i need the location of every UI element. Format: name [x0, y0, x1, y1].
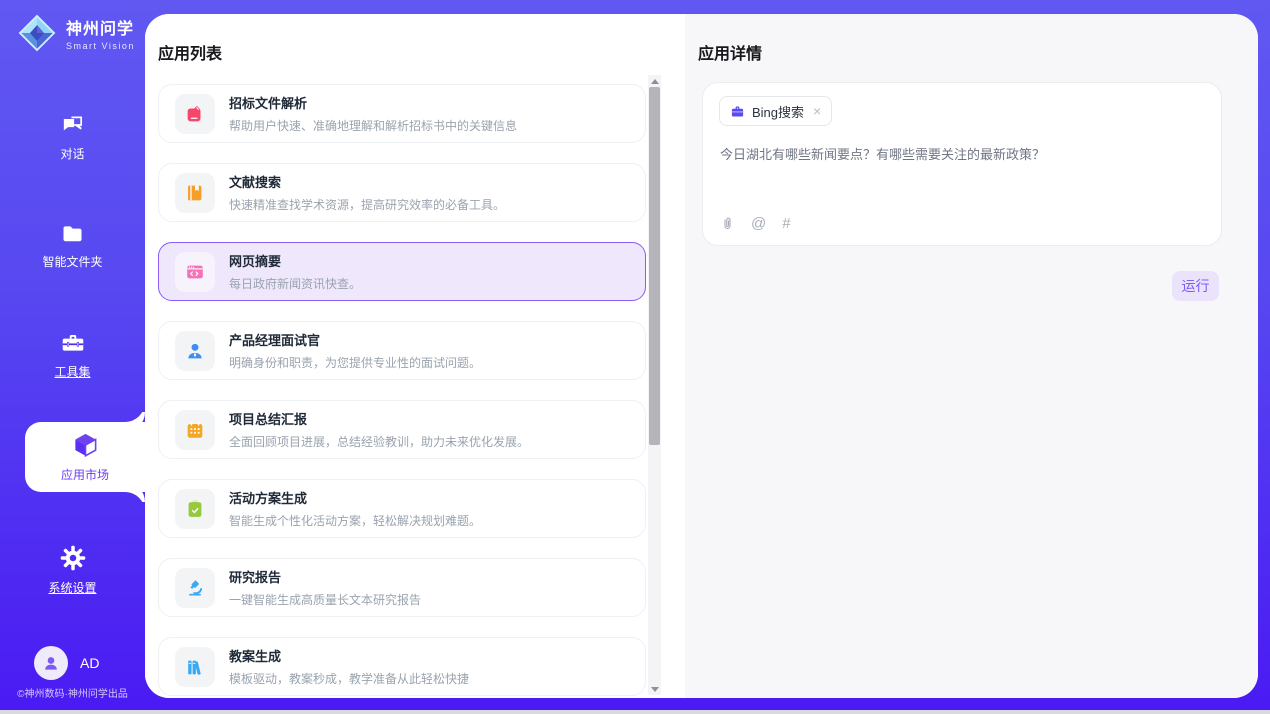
document-edit-icon — [175, 94, 215, 134]
scrollbar-thumb[interactable] — [649, 87, 660, 445]
app-card-event-plan[interactable]: 活动方案生成 智能生成个性化活动方案，轻松解决规划难题。 — [158, 479, 646, 538]
app-details-title: 应用详情 — [698, 40, 762, 64]
run-button[interactable]: 运行 — [1172, 271, 1219, 301]
calendar-icon — [175, 410, 215, 450]
browser-code-icon — [175, 252, 215, 292]
list-scrollbar[interactable] — [648, 75, 661, 695]
gear-icon — [59, 544, 87, 572]
person-icon — [175, 331, 215, 371]
app-card-title: 研究报告 — [229, 567, 421, 586]
scrollbar-down-arrow[interactable] — [648, 683, 661, 695]
brand-tagline: Smart Vision — [66, 41, 135, 51]
query-text[interactable]: 今日湖北有哪些新闻要点？有哪些需要关注的最新政策？ — [720, 145, 1190, 164]
toolbox-icon — [59, 330, 87, 356]
app-card-project-summary[interactable]: 项目总结汇报 全面回顾项目进展，总结经验教训，助力未来优化发展。 — [158, 400, 646, 459]
sidebar-item-toolset[interactable]: 工具集 — [0, 330, 145, 381]
tool-tag-bing-search[interactable]: Bing搜索 × — [719, 96, 832, 126]
sidebar-item-label: 对话 — [60, 145, 84, 162]
folder-icon — [59, 222, 86, 246]
sidebar-item-chat[interactable]: 对话 — [0, 112, 145, 163]
user-initials: AD — [80, 655, 99, 671]
app-card-title: 文献搜索 — [229, 172, 505, 191]
brand-name: 神州问学 — [66, 15, 135, 39]
book-icon — [175, 173, 215, 213]
sidebar: 神州问学 Smart Vision 对话 智能文件夹 工具集 — [0, 0, 145, 710]
app-list-panel: 应用列表 招标文件解析 帮助用户快速、准确地理解和解析招标书中的关键信 — [145, 14, 685, 698]
app-card-desc: 帮助用户快速、准确地理解和解析招标书中的关键信息 — [229, 117, 517, 134]
composer-card[interactable]: Bing搜索 × 今日湖北有哪些新闻要点？有哪些需要关注的最新政策？ @ # — [702, 82, 1222, 246]
main-container: 应用列表 招标文件解析 帮助用户快速、准确地理解和解析招标书中的关键信 — [145, 14, 1258, 698]
sidebar-item-app-market-active[interactable]: 应用市场 — [25, 422, 145, 492]
app-card-desc: 模板驱动，教案秒成，教学准备从此轻松快捷 — [229, 670, 469, 687]
app-card-desc: 一键智能生成高质量长文本研究报告 — [229, 591, 421, 608]
app-card-desc: 智能生成个性化活动方案，轻松解决规划难题。 — [229, 512, 481, 529]
scrollbar-up-arrow[interactable] — [648, 75, 661, 87]
app-card-pm-interviewer[interactable]: 产品经理面试官 明确身份和职责，为您提供专业性的面试问题。 — [158, 321, 646, 380]
person-avatar-icon — [41, 653, 61, 673]
sidebar-item-label: 应用市场 — [61, 466, 109, 483]
books-icon — [175, 647, 215, 687]
sidebar-item-label: 工具集 — [54, 363, 90, 380]
sidebar-item-label: 系统设置 — [48, 579, 96, 596]
tool-tag-label: Bing搜索 — [752, 102, 804, 121]
app-card-desc: 快速精准查找学术资源，提高研究效率的必备工具。 — [229, 196, 505, 213]
app-card-title: 网页摘要 — [229, 251, 361, 270]
app-card-title: 招标文件解析 — [229, 93, 517, 112]
clipboard-check-icon — [175, 489, 215, 529]
app-list-title: 应用列表 — [158, 40, 222, 64]
diamond-logo-icon — [16, 12, 58, 54]
app-details-panel: 应用详情 Bing搜索 × 今日湖北有哪些新闻要点？有哪些需要关注的最新政策？ — [685, 14, 1258, 698]
app-card-literature-search[interactable]: 文献搜索 快速精准查找学术资源，提高研究效率的必备工具。 — [158, 163, 646, 222]
briefcase-icon — [730, 104, 745, 119]
user-account[interactable]: AD — [34, 646, 99, 680]
paperclip-icon[interactable] — [720, 215, 735, 232]
avatar — [34, 646, 68, 680]
app-card-title: 活动方案生成 — [229, 488, 481, 507]
hash-icon[interactable]: # — [782, 215, 790, 232]
app-card-title: 教案生成 — [229, 646, 469, 665]
app-card-list: 招标文件解析 帮助用户快速、准确地理解和解析招标书中的关键信息 文献搜索 — [158, 84, 646, 698]
app-card-desc: 明确身份和职责，为您提供专业性的面试问题。 — [229, 354, 481, 371]
sidebar-item-smart-folder[interactable]: 智能文件夹 — [0, 222, 145, 271]
chat-icon — [59, 112, 86, 138]
cube-icon — [72, 431, 99, 458]
app-card-desc: 每日政府新闻资讯快查。 — [229, 275, 361, 292]
sidebar-item-label: 智能文件夹 — [42, 253, 102, 270]
bottom-edge-strip — [0, 710, 1270, 714]
at-mention-icon[interactable]: @ — [751, 215, 766, 232]
microscope-icon — [175, 568, 215, 608]
app-card-research-report[interactable]: 研究报告 一键智能生成高质量长文本研究报告 — [158, 558, 646, 617]
copyright-text: ©神州数码·神州问学出品 — [0, 685, 145, 700]
app-card-bid-parse[interactable]: 招标文件解析 帮助用户快速、准确地理解和解析招标书中的关键信息 — [158, 84, 646, 143]
app-card-title: 产品经理面试官 — [229, 330, 481, 349]
app-card-web-summary-selected[interactable]: 网页摘要 每日政府新闻资讯快查。 — [158, 242, 646, 301]
brand-logo: 神州问学 Smart Vision — [16, 12, 135, 54]
app-card-title: 项目总结汇报 — [229, 409, 529, 428]
tab-curve-bottom — [125, 492, 145, 512]
app-card-desc: 全面回顾项目进展，总结经验教训，助力未来优化发展。 — [229, 433, 529, 450]
app-card-lesson-plan[interactable]: 教案生成 模板驱动，教案秒成，教学准备从此轻松快捷 — [158, 637, 646, 696]
tab-curve-top — [125, 402, 145, 422]
composer-toolbar: @ # — [720, 215, 791, 232]
sidebar-item-settings[interactable]: 系统设置 — [0, 544, 145, 597]
tag-close-icon[interactable]: × — [813, 103, 821, 119]
